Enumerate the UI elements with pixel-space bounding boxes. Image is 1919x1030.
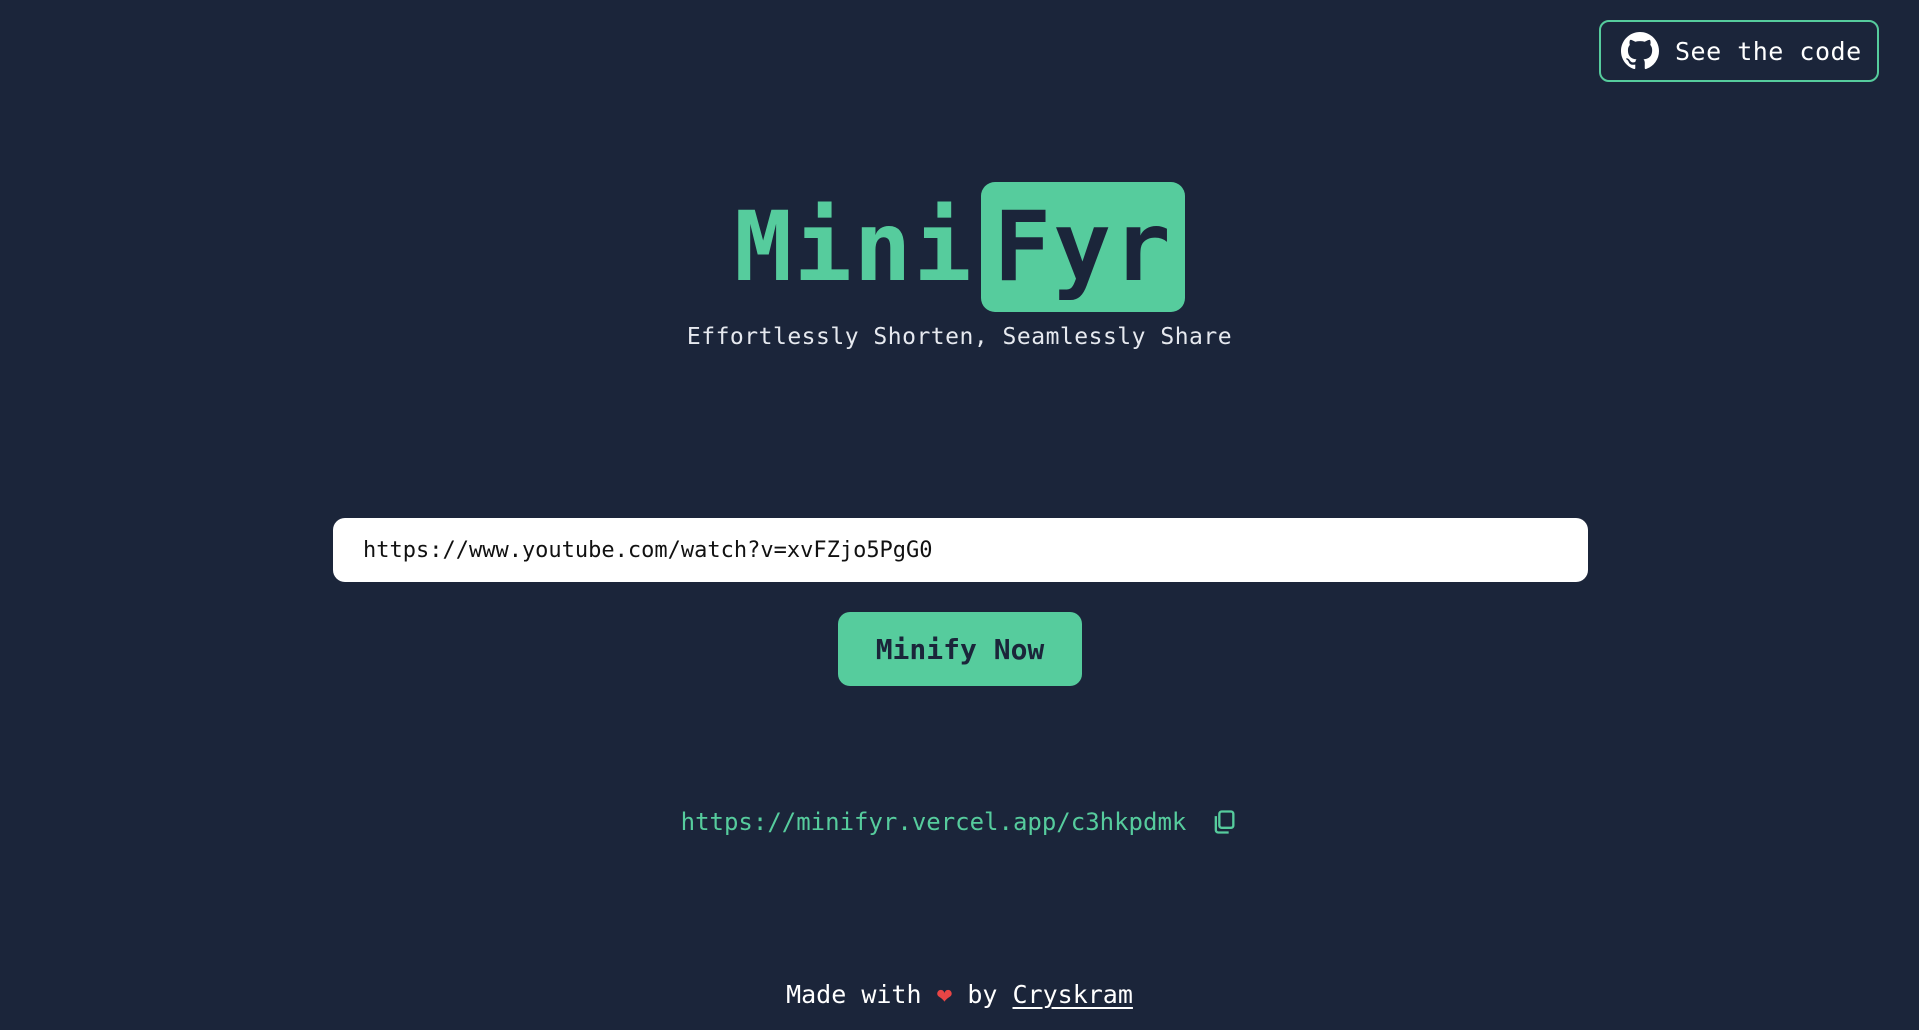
heart-icon: ❤ — [936, 980, 953, 1010]
result-row: https://minifyr.vercel.app/c3hkpdmk — [0, 808, 1919, 836]
tagline: Effortlessly Shorten, Seamlessly Share — [686, 324, 1233, 350]
see-the-code-button[interactable]: See the code — [1599, 20, 1879, 82]
logo: Mini Fyr — [0, 182, 1919, 312]
url-input[interactable] — [333, 518, 1588, 582]
logo-mini-text: Mini — [734, 191, 974, 303]
footer-by: by — [967, 980, 998, 1009]
author-link[interactable]: Cryskram — [1013, 980, 1133, 1009]
github-icon — [1621, 32, 1659, 70]
short-url-link[interactable]: https://minifyr.vercel.app/c3hkpdmk — [681, 808, 1187, 836]
footer-prefix: Made with — [786, 980, 922, 1009]
logo-fyr-badge: Fyr — [981, 182, 1185, 312]
see-the-code-label: See the code — [1675, 36, 1862, 66]
minify-now-button[interactable]: Minify Now — [838, 612, 1082, 686]
copy-icon[interactable] — [1210, 808, 1238, 836]
footer: Made with ❤ by Cryskram — [0, 980, 1919, 1010]
